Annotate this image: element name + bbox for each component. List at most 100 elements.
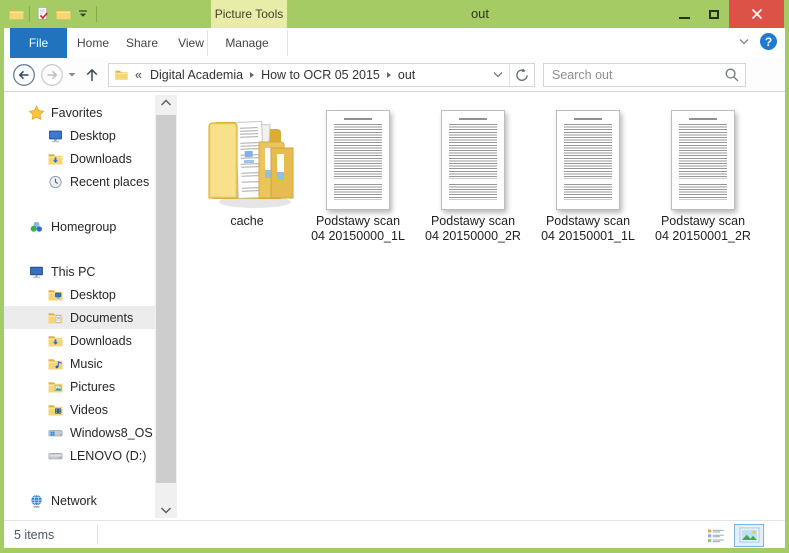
minimize-button[interactable] [669,0,699,28]
sidebar-item-label: Recent places [70,175,149,189]
close-button[interactable] [729,0,784,28]
sidebar-item-label: Downloads [70,334,132,348]
picture-tools-tab-group: Picture Tools [211,0,287,28]
details-view-button[interactable] [701,524,731,547]
tab-file[interactable]: File [10,28,67,58]
divider [96,6,97,22]
file-item[interactable]: Podstawy scan 04 20150001_2R [648,100,758,250]
refresh-button[interactable] [510,64,534,86]
favorites-star-icon [28,105,45,121]
sidebar-item-network[interactable]: Network [4,489,155,512]
file-item[interactable]: Podstawy scan 04 20150001_1L [533,100,643,250]
qat-properties-check-doc[interactable] [33,4,53,24]
breadcrumb-segment[interactable]: out [393,68,420,82]
close-icon [751,8,763,20]
drive-icon [47,448,64,464]
large-icons-view-button[interactable] [734,524,764,547]
titlebar[interactable]: Picture Tools out [0,0,789,28]
file-item[interactable]: Podstawy scan 04 20150000_1L [303,100,413,250]
scroll-up-button[interactable] [155,95,177,111]
cache-folder-icon [197,102,297,212]
scanned-page-thumbnail [533,100,643,212]
search-input[interactable] [544,68,719,82]
sidebar-item-label: This PC [51,265,95,279]
tab-separator [287,30,288,56]
sidebar-item-downloads[interactable]: Downloads [4,147,155,170]
address-folder-icon [114,68,129,82]
up-button[interactable] [83,66,101,84]
scanned-page-thumbnail [648,100,758,212]
search-icon[interactable] [719,67,745,83]
qat-customize-qat-dropdown[interactable] [73,4,93,24]
sidebar-item-desktop[interactable]: Desktop [4,124,155,147]
sidebar-item-windows8-os-c[interactable]: Windows8_OS (C: [4,421,155,444]
folder-music-icon [47,356,64,372]
sidebar-item-lenovo-d[interactable]: LENOVO (D:) [4,444,155,467]
breadcrumb-overflow-button[interactable]: « [131,68,145,82]
homegroup-icon [28,219,45,235]
sidebar-item-this-pc[interactable]: This PC [4,260,155,283]
sidebar-item-label: Homegroup [51,220,116,234]
this-pc-icon [28,264,45,280]
tab-home[interactable]: Home [70,28,116,58]
file-list: cache Podstawy scan 04 20150000_1L Podstaw… [178,93,785,520]
qat-new-folder[interactable] [53,4,73,24]
folder-downloads-icon [47,333,64,349]
breadcrumb-separator-icon[interactable] [387,72,391,78]
content-area: Favorites Desktop Downloads Recent places H… [4,93,785,520]
sidebar-item-documents[interactable]: Documents [4,306,155,329]
sidebar-item-label: Favorites [51,106,102,120]
minimize-icon [679,17,690,19]
scanned-page-thumbnail [418,100,528,212]
sidebar-scrollbar[interactable] [155,95,177,518]
refresh-icon [514,67,530,83]
explorer-window: Picture Tools out FileHomeShareViewManag… [0,0,789,553]
help-icon[interactable] [760,33,777,50]
back-button[interactable] [12,63,36,87]
breadcrumb-separator-icon[interactable] [250,72,254,78]
sidebar-item-label: Desktop [70,129,116,143]
sidebar-item-recent-places[interactable]: Recent places [4,170,155,193]
sidebar-item-label: Windows8_OS (C: [70,426,155,440]
tab-manage[interactable]: Manage [207,28,287,58]
scroll-down-button[interactable] [155,502,177,518]
sidebar-item-label: Downloads [70,152,132,166]
file-name-label: Podstawy scan 04 20150000_1L [310,214,406,244]
folder-videos-icon [47,402,64,418]
sidebar-item-label: LENOVO (D:) [70,449,146,463]
breadcrumb-segment[interactable]: Digital Academia [145,68,248,82]
navigation-pane: Favorites Desktop Downloads Recent places H… [4,93,155,520]
sidebar-item-homegroup[interactable]: Homegroup [4,215,155,238]
breadcrumb-segment[interactable]: How to OCR 05 2015 [256,68,385,82]
details-view-icon [707,528,725,544]
address-bar[interactable]: «Digital Academia How to OCR 05 2015 out [108,63,535,87]
scrollbar-thumb[interactable] [156,115,176,483]
folder-icon [192,100,302,212]
divider [97,525,98,544]
properties-check-doc-icon [35,6,51,22]
recent-locations-dropdown[interactable] [67,71,77,79]
quick-access-toolbar [6,4,100,24]
folder-downloads-icon [47,151,64,167]
tab-share[interactable]: Share [118,28,166,58]
drive-windows-icon [47,425,64,441]
qat-explorer-folder[interactable] [6,4,26,24]
folder-documents-icon [47,310,64,326]
sidebar-item-downloads[interactable]: Downloads [4,329,155,352]
sidebar-item-desktop[interactable]: Desktop [4,283,155,306]
forward-button[interactable] [40,63,64,87]
file-name-label: Podstawy scan 04 20150001_2R [655,214,751,244]
sidebar-item-pictures[interactable]: Pictures [4,375,155,398]
address-dropdown-button[interactable] [487,64,509,86]
maximize-button[interactable] [699,0,729,28]
folder-pictures-icon [47,379,64,395]
file-item[interactable]: Podstawy scan 04 20150000_2R [418,100,528,250]
folder-item-cache[interactable]: cache [192,100,302,250]
collapse-ribbon-icon[interactable] [736,35,754,51]
breadcrumb: «Digital Academia How to OCR 05 2015 out [131,64,420,86]
network-icon [28,493,45,509]
sidebar-item-videos[interactable]: Videos [4,398,155,421]
sidebar-item-music[interactable]: Music [4,352,155,375]
folder-desktop-icon [47,287,64,303]
sidebar-item-favorites[interactable]: Favorites [4,101,155,124]
